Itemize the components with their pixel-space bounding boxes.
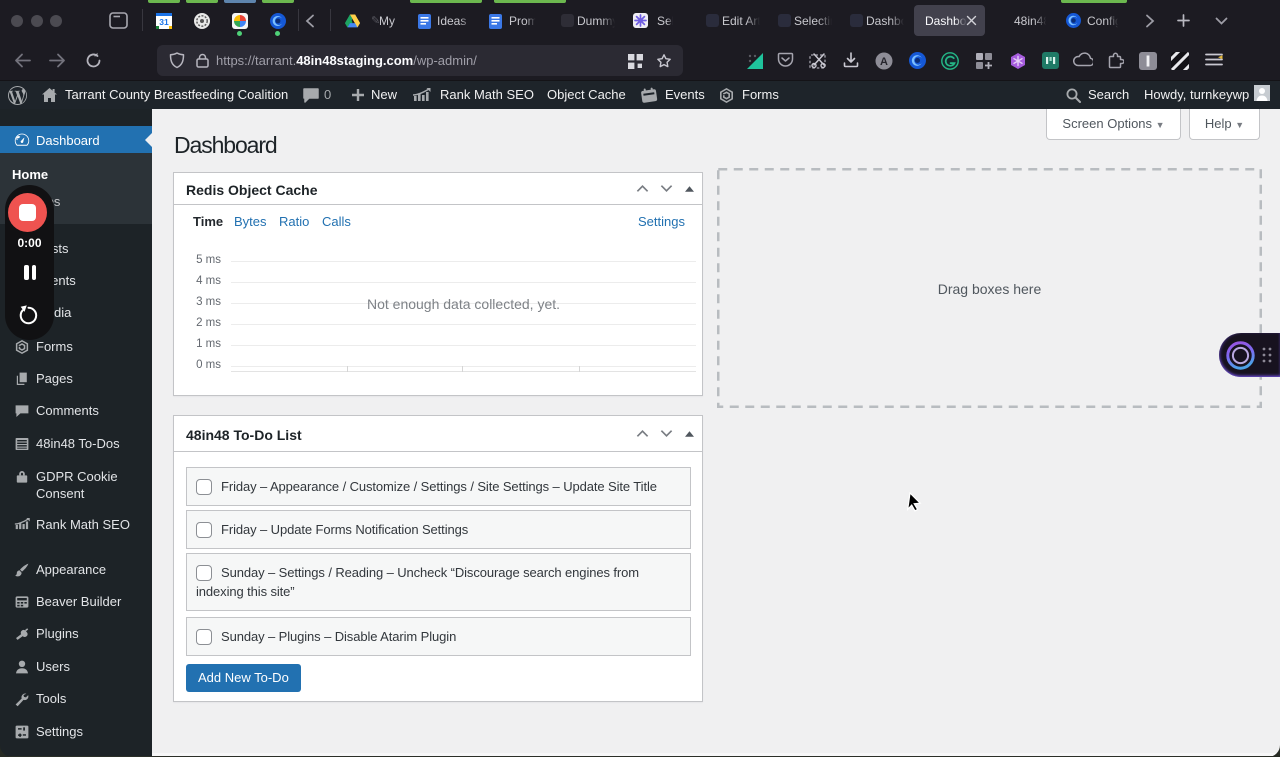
svg-text:A: A (880, 56, 888, 68)
svg-text:31: 31 (159, 17, 169, 27)
